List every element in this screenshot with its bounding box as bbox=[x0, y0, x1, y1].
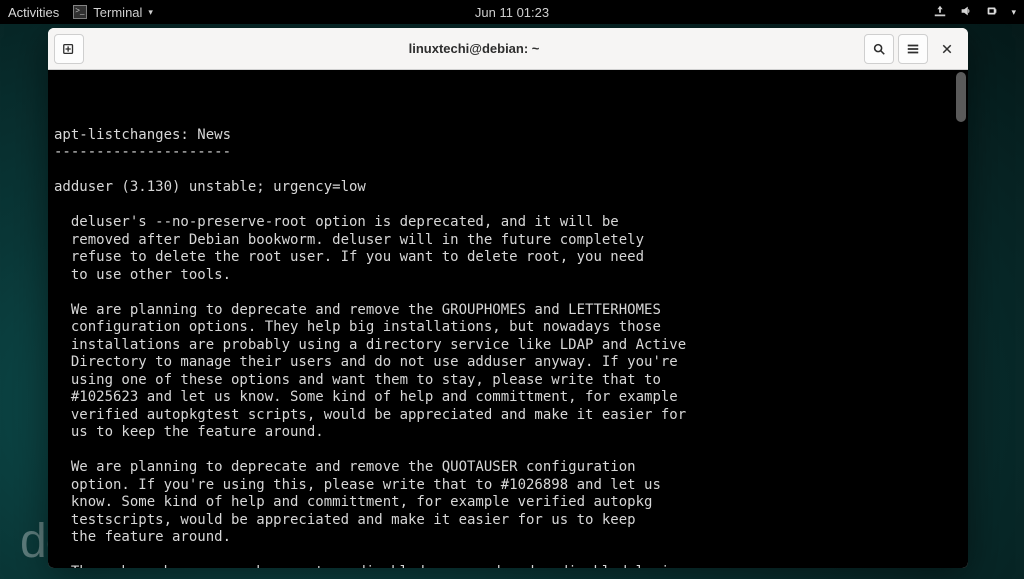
window-titlebar[interactable]: linuxtechi@debian: ~ bbox=[48, 28, 968, 70]
app-menu-label: Terminal bbox=[93, 5, 142, 20]
search-button[interactable] bbox=[864, 34, 894, 64]
app-menu[interactable]: Terminal ▾ bbox=[73, 5, 153, 20]
terminal-viewport[interactable]: apt-listchanges: News ------------------… bbox=[48, 70, 968, 568]
volume-icon[interactable] bbox=[959, 4, 973, 21]
terminal-icon bbox=[73, 5, 87, 19]
terminal-output: apt-listchanges: News ------------------… bbox=[54, 127, 962, 569]
window-title: linuxtechi@debian: ~ bbox=[409, 41, 540, 56]
close-button[interactable] bbox=[932, 34, 962, 64]
activities-button[interactable]: Activities bbox=[8, 5, 59, 20]
new-tab-button[interactable] bbox=[54, 34, 84, 64]
terminal-window: linuxtechi@debian: ~ apt-listchanges: Ne… bbox=[48, 28, 968, 568]
chevron-down-icon: ▾ bbox=[148, 7, 153, 18]
clock[interactable]: Jun 11 01:23 bbox=[475, 5, 549, 20]
system-menu-chevron-icon[interactable]: ▾ bbox=[1011, 7, 1016, 18]
scrollbar-thumb[interactable] bbox=[956, 72, 966, 122]
gnome-topbar: Activities Terminal ▾ Jun 11 01:23 ▾ bbox=[0, 0, 1024, 24]
hamburger-menu-button[interactable] bbox=[898, 34, 928, 64]
battery-icon[interactable] bbox=[985, 4, 999, 21]
network-icon[interactable] bbox=[933, 4, 947, 21]
